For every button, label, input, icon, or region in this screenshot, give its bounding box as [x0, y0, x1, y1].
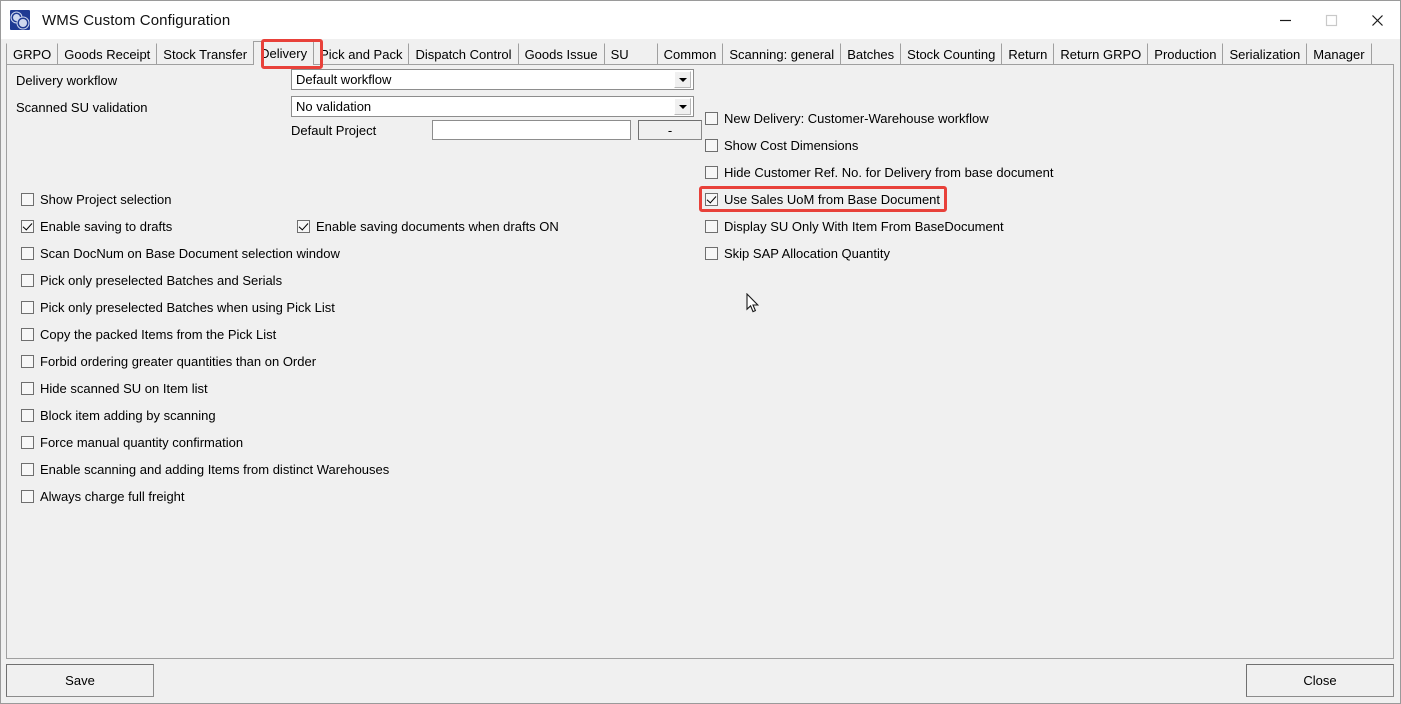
checkbox-label: Pick only preselected Batches and Serial… — [40, 273, 282, 288]
checkbox-label: Enable scanning and adding Items from di… — [40, 462, 389, 477]
checkbox-box[interactable] — [21, 382, 34, 395]
title-bar: WMS Custom Configuration — [1, 1, 1400, 39]
chevron-down-icon[interactable] — [674, 71, 691, 88]
checkbox-label: Show Cost Dimensions — [724, 138, 858, 153]
checkbox-hide-scanned-su-on-item-list[interactable]: Hide scanned SU on Item list — [21, 381, 208, 396]
checkbox-pick-only-preselected-batches-and-serials[interactable]: Pick only preselected Batches and Serial… — [21, 273, 282, 288]
checkbox-box[interactable] — [21, 355, 34, 368]
tab-serialization[interactable]: Serialization — [1222, 43, 1307, 64]
checkbox-label: Hide scanned SU on Item list — [40, 381, 208, 396]
checkbox-label: Always charge full freight — [40, 489, 185, 504]
delivery-workflow-label: Delivery workflow — [16, 73, 117, 88]
checkbox-box[interactable] — [705, 139, 718, 152]
close-button-footer[interactable]: Close — [1246, 664, 1394, 697]
tab-goods-receipt[interactable]: Goods Receipt — [57, 43, 157, 64]
maximize-button[interactable] — [1308, 1, 1354, 39]
gear-app-icon — [10, 10, 30, 30]
checkbox-label: Skip SAP Allocation Quantity — [724, 246, 890, 261]
checkbox-label: Pick only preselected Batches when using… — [40, 300, 335, 315]
tab-common[interactable]: Common — [657, 43, 724, 64]
checkbox-label: Scan DocNum on Base Document selection w… — [40, 246, 340, 261]
scanned-su-validation-value: No validation — [292, 99, 674, 114]
checkbox-box[interactable] — [21, 193, 34, 206]
tab-manager[interactable]: Manager — [1306, 43, 1371, 64]
tab-strip: GRPO Goods Receipt Stock Transfer Delive… — [6, 42, 1400, 64]
tab-production[interactable]: Production — [1147, 43, 1223, 64]
tab-stock-counting[interactable]: Stock Counting — [900, 43, 1002, 64]
tab-stock-transfer[interactable]: Stock Transfer — [156, 43, 254, 64]
checkbox-label: Enable saving to drafts — [40, 219, 172, 234]
checkbox-box[interactable] — [21, 490, 34, 503]
tab-pick-and-pack[interactable]: Pick and Pack — [313, 43, 409, 64]
close-button[interactable] — [1354, 1, 1400, 39]
wms-custom-configuration-window: WMS Custom Configuration GRPO Goods Rece… — [0, 0, 1401, 704]
checkbox-label: Use Sales UoM from Base Document — [724, 192, 940, 207]
checkbox-label: Force manual quantity confirmation — [40, 435, 243, 450]
tab-dispatch-control[interactable]: Dispatch Control — [408, 43, 518, 64]
checkbox-hide-customer-ref-no-for-delivery-from-base-document[interactable]: Hide Customer Ref. No. for Delivery from… — [705, 165, 1053, 180]
checkbox-enable-scanning-and-adding-items-from-distinct-warehouses[interactable]: Enable scanning and adding Items from di… — [21, 462, 389, 477]
checkbox-label: Block item adding by scanning — [40, 408, 216, 423]
checkbox-box[interactable] — [705, 220, 718, 233]
checkbox-always-charge-full-freight[interactable]: Always charge full freight — [21, 489, 185, 504]
checkbox-box[interactable] — [21, 409, 34, 422]
checkbox-label: New Delivery: Customer-Warehouse workflo… — [724, 111, 989, 126]
checkbox-box[interactable] — [21, 436, 34, 449]
checkbox-box[interactable] — [21, 220, 34, 233]
default-project-label: Default Project — [291, 123, 376, 138]
checkbox-display-su-only-with-item-from-basedocument[interactable]: Display SU Only With Item From BaseDocum… — [705, 219, 1004, 234]
chevron-down-icon[interactable] — [674, 98, 691, 115]
checkbox-forbid-ordering-greater-quantities-than-on-order[interactable]: Forbid ordering greater quantities than … — [21, 354, 316, 369]
checkbox-box[interactable] — [705, 112, 718, 125]
checkbox-show-project-selection[interactable]: Show Project selection — [21, 192, 172, 207]
checkbox-skip-sap-allocation-quantity[interactable]: Skip SAP Allocation Quantity — [705, 246, 890, 261]
checkbox-label: Copy the packed Items from the Pick List — [40, 327, 276, 342]
checkbox-label: Enable saving documents when drafts ON — [316, 219, 559, 234]
default-project-clear-button[interactable]: - — [638, 120, 702, 140]
checkbox-copy-the-packed-items-from-the-pick-list[interactable]: Copy the packed Items from the Pick List — [21, 327, 276, 342]
checkbox-enable-saving-documents-when-drafts-on[interactable]: Enable saving documents when drafts ON — [297, 219, 559, 234]
checkbox-block-item-adding-by-scanning[interactable]: Block item adding by scanning — [21, 408, 216, 423]
checkbox-box[interactable] — [21, 247, 34, 260]
tab-su[interactable]: SU — [604, 43, 658, 64]
delivery-workflow-select[interactable]: Default workflow — [291, 69, 694, 90]
checkbox-box[interactable] — [21, 463, 34, 476]
tab-return-grpo[interactable]: Return GRPO — [1053, 43, 1148, 64]
checkbox-box[interactable] — [705, 193, 718, 206]
delivery-workflow-value: Default workflow — [292, 72, 674, 87]
checkbox-label: Show Project selection — [40, 192, 172, 207]
footer-bar: Save Close — [1, 659, 1400, 703]
scanned-su-validation-label: Scanned SU validation — [16, 100, 148, 115]
delivery-tab-page: Delivery workflow Scanned SU validation … — [6, 64, 1394, 659]
window-title: WMS Custom Configuration — [42, 12, 230, 29]
tab-batches[interactable]: Batches — [840, 43, 901, 64]
scanned-su-validation-select[interactable]: No validation — [291, 96, 694, 117]
checkbox-use-sales-uom-from-base-document[interactable]: Use Sales UoM from Base Document — [705, 192, 940, 207]
default-project-input[interactable] — [432, 120, 631, 140]
checkbox-enable-saving-to-drafts[interactable]: Enable saving to drafts — [21, 219, 172, 234]
checkbox-label: Display SU Only With Item From BaseDocum… — [724, 219, 1004, 234]
checkbox-label: Forbid ordering greater quantities than … — [40, 354, 316, 369]
tab-return[interactable]: Return — [1001, 43, 1054, 64]
checkbox-box[interactable] — [21, 274, 34, 287]
checkbox-new-delivery-customer-warehouse-workflow[interactable]: New Delivery: Customer-Warehouse workflo… — [705, 111, 989, 126]
checkbox-box[interactable] — [297, 220, 310, 233]
checkbox-force-manual-quantity-confirmation[interactable]: Force manual quantity confirmation — [21, 435, 243, 450]
checkbox-box[interactable] — [705, 166, 718, 179]
checkbox-scan-docnum-on-base-document-selection-window[interactable]: Scan DocNum on Base Document selection w… — [21, 246, 340, 261]
checkbox-box[interactable] — [21, 328, 34, 341]
checkbox-pick-only-preselected-batches-when-using-pick-list[interactable]: Pick only preselected Batches when using… — [21, 300, 335, 315]
checkbox-box[interactable] — [21, 301, 34, 314]
minimize-button[interactable] — [1262, 1, 1308, 39]
tab-scanning-general[interactable]: Scanning: general — [722, 43, 841, 64]
checkbox-label: Hide Customer Ref. No. for Delivery from… — [724, 165, 1053, 180]
window-controls — [1262, 1, 1400, 39]
tab-delivery[interactable]: Delivery — [253, 41, 314, 65]
tab-goods-issue[interactable]: Goods Issue — [518, 43, 605, 64]
checkbox-box[interactable] — [705, 247, 718, 260]
tab-grpo[interactable]: GRPO — [6, 43, 58, 64]
save-button[interactable]: Save — [6, 664, 154, 697]
checkbox-show-cost-dimensions[interactable]: Show Cost Dimensions — [705, 138, 858, 153]
